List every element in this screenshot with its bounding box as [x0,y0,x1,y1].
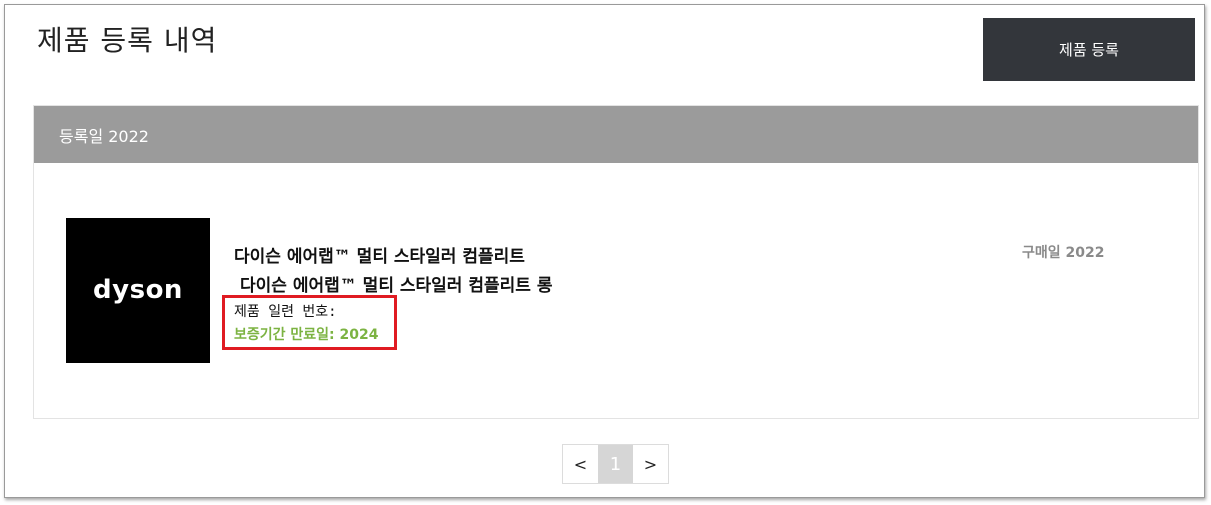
card-header: 등록일 2022 [34,106,1198,163]
register-product-button[interactable]: 제품 등록 [983,18,1195,81]
registration-date-label: 등록일 2022 [59,126,149,146]
page-1-button[interactable]: 1 [598,445,633,483]
warranty-expiry: 보증기간 만료일: 2024 [234,327,379,343]
page-title: 제품 등록 내역 [37,24,218,57]
product-subname: 다이슨 에어랩™ 멀티 스타일러 컴플리트 롱 [240,276,553,296]
serial-number-label: 제품 일련 번호: [234,304,337,320]
prev-page-button[interactable]: < [563,445,598,483]
product-name[interactable]: 다이슨 에어랩™ 멀티 스타일러 컴플리트 [234,242,525,267]
next-page-button[interactable]: > [633,445,668,483]
product-image[interactable]: dyson [66,218,210,363]
purchase-date: 구매일 2022 [1022,245,1105,261]
page-frame: 제품 등록 내역 제품 등록 등록일 2022 dyson 다이슨 에어랩™ 멀… [4,4,1205,498]
pagination: < 1 > [562,444,669,484]
dyson-logo-text: dyson [93,275,183,305]
dyson-logo: dyson [93,275,183,305]
registration-card: 등록일 2022 dyson 다이슨 에어랩™ 멀티 스타일러 컴플리트 다이슨… [33,105,1199,419]
